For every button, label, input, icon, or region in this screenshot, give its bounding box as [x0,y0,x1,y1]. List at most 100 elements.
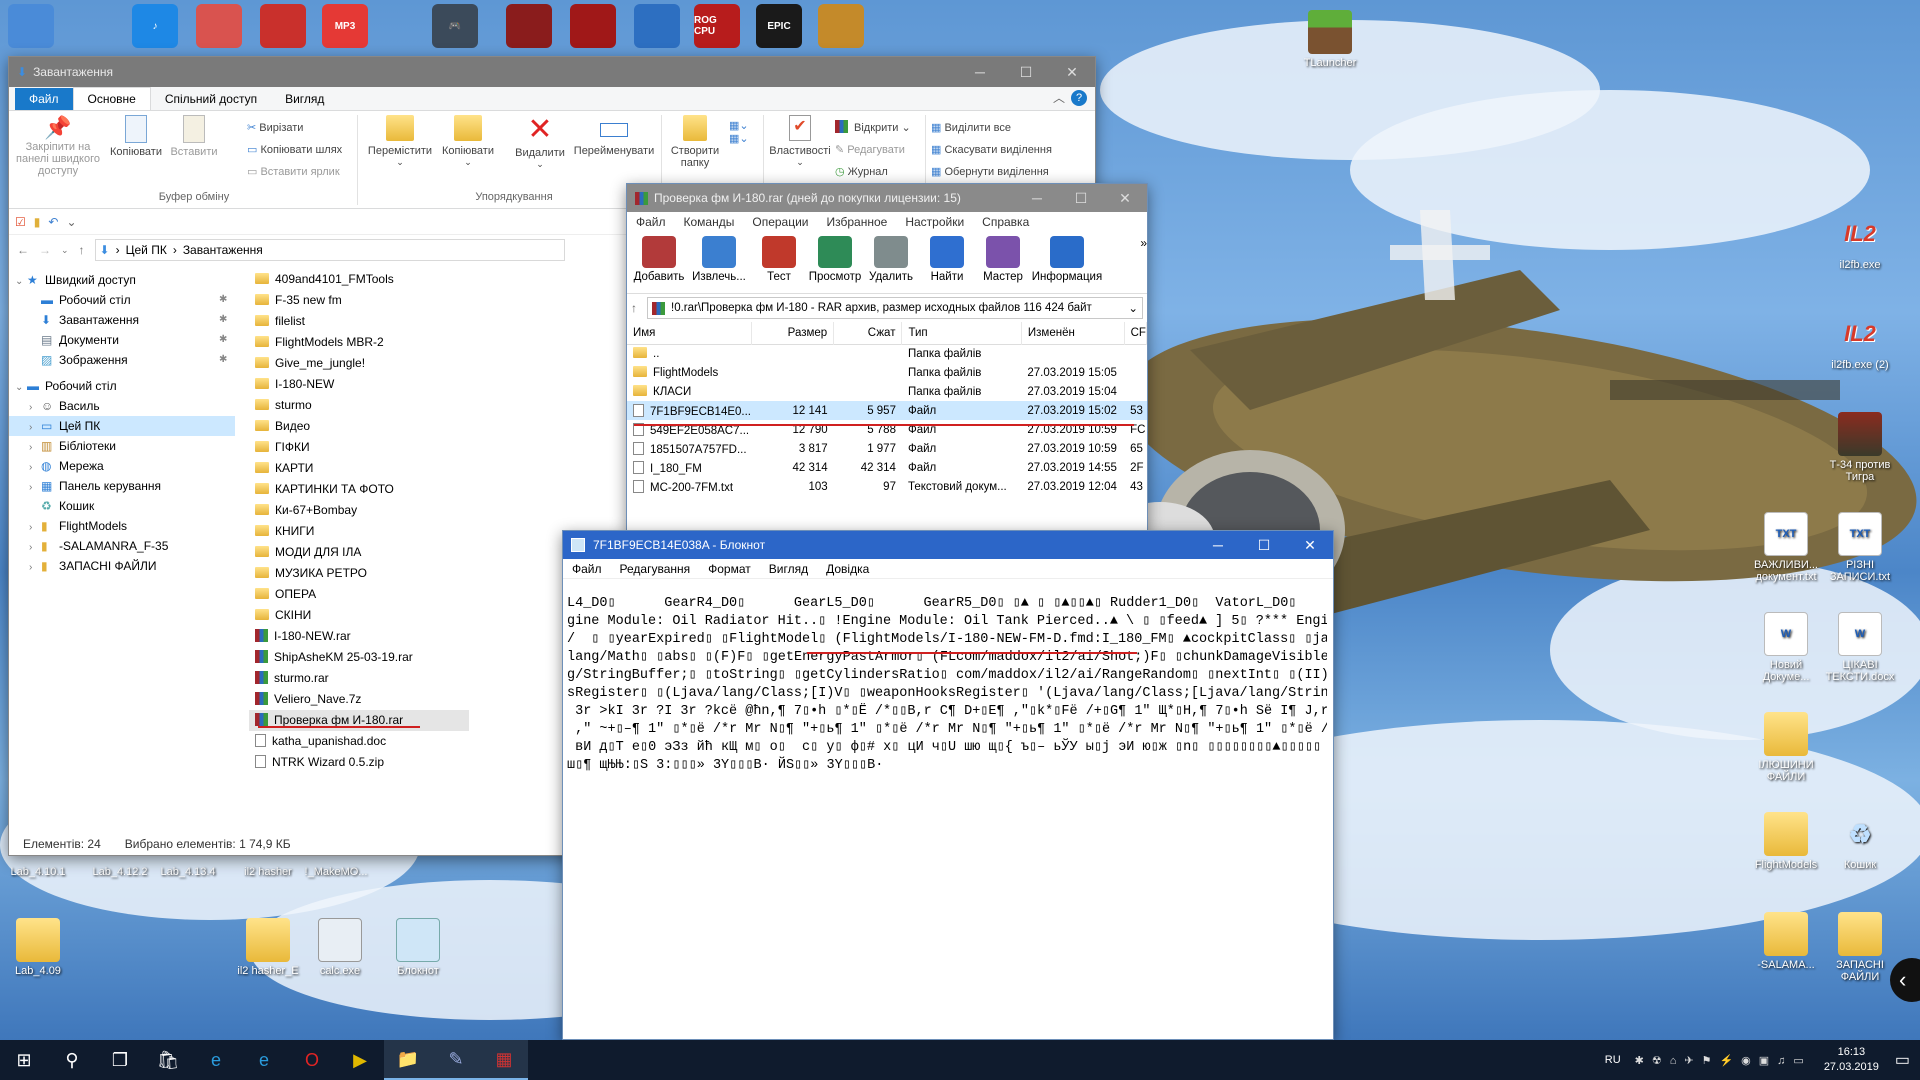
column-header[interactable]: Изменён [1021,322,1125,344]
menu-item[interactable]: Справка [973,212,1038,232]
side-collapse-arrow[interactable]: ‹ [1890,958,1920,1002]
file-list-item[interactable]: sturmo.rar [249,668,549,689]
back-arrow-icon[interactable]: ← [17,243,29,257]
desktop-icon-folder[interactable]: FlightModels [1748,812,1824,871]
expand-arrow-icon[interactable]: ⌄ [15,378,27,398]
desktop-icon-notepad[interactable]: Блокнот [380,918,456,977]
column-header[interactable]: Сжат [833,322,903,344]
desktop-icon-doc[interactable]: W Новий Докуме... [1748,612,1824,683]
properties-qa-icon[interactable]: ☑ [15,215,26,229]
file-list-item[interactable]: ShipAsheKM 25-03-19.rar [249,647,549,668]
invert-selection-button[interactable]: ▦ Обернути виділення [931,161,1052,183]
taskbar-icon[interactable]: ❐ [96,1040,144,1080]
desktop-icon-partial[interactable]: il2 hasher [230,866,306,878]
taskbar-icon[interactable]: O [288,1040,336,1080]
toolbar-button[interactable]: Мастер [975,232,1031,293]
notepad-titlebar[interactable]: 7F1BF9ECB14E038A - Блокнот ─ ☐ ✕ [563,531,1333,559]
column-header[interactable]: CF [1124,322,1148,344]
select-all-button[interactable]: ▦ Виділити все [931,117,1052,139]
maximize-button[interactable]: ☐ [1059,184,1103,212]
toolbar-button[interactable]: Извлечь... [687,232,751,293]
desktop-icon-folder[interactable]: il2 hasher_E [230,918,306,977]
cut-button[interactable]: ✂ Вирізати [247,117,342,139]
paste-shortcut-button[interactable]: ▭ Вставити ярлик [247,161,342,183]
table-row[interactable]: MC-200-7FM.txt 103 97 Текстовий докум... 27.… [627,477,1147,496]
nav-item[interactable]: ⬇ Завантаження ✱ [9,310,235,330]
file-list-item[interactable]: 409and4101_FMTools [249,269,549,290]
nav-item[interactable]: ⌄ ★ Швидкий доступ [9,270,235,290]
nav-item[interactable]: ▤ Документи ✱ [9,330,235,350]
toolbar-button[interactable]: Информация [1031,232,1103,293]
desktop-icon-calc[interactable]: calc.exe [302,918,378,977]
desktop-icon-il2[interactable]: IL2 il2fb.exe (2) [1822,312,1898,371]
language-indicator[interactable]: RU [1605,1054,1621,1066]
desktop-app-icon[interactable] [260,4,306,48]
recent-locations-icon[interactable]: ⌄ [61,245,69,256]
nav-item[interactable]: ▨ Зображення ✱ [9,350,235,370]
toolbar-button[interactable]: Найти [919,232,975,293]
history-button[interactable]: ◷ Журнал [835,161,911,183]
file-list-item[interactable]: sturmo [249,395,549,416]
minimize-button[interactable]: ─ [1015,184,1059,212]
desktop-app-icon[interactable] [570,4,616,48]
table-row[interactable]: .. Папка файлів [627,344,1147,363]
file-list-item[interactable]: I-180-NEW.rar [249,626,549,647]
taskbar-icon[interactable]: ⚲ [48,1040,96,1080]
desktop-icon-tank[interactable]: Т-34 против Тигра [1822,412,1898,483]
new-item-icon[interactable]: ▦⌄ ▦⌄ [729,119,749,145]
properties-button[interactable]: ✔ Властивості ⌄ [767,115,833,168]
taskbar-icon[interactable]: ✎ [432,1040,480,1080]
file-list-item[interactable]: МОДИ ДЛЯ ІЛА [249,542,549,563]
close-button[interactable]: ✕ [1049,57,1095,87]
file-list-item[interactable]: filelist [249,311,549,332]
desktop-app-icon[interactable]: EPIC [756,4,802,48]
pin-quick-access-button[interactable]: 📌 Закріпити на панелі швидкого доступу [13,115,103,177]
up-folder-icon[interactable]: ↑ [631,301,637,315]
nav-item[interactable]: › ▥ Бібліотеки [9,436,235,456]
file-list-item[interactable]: Veliero_Nave.7z [249,689,549,710]
table-row[interactable]: КЛАСИ Папка файлів 27.03.2019 15:04 [627,382,1147,401]
desktop-icon-partial[interactable]: Lab_4.13.4 [150,866,226,878]
nav-item[interactable]: › ▮ FlightModels [9,516,235,536]
ribbon-collapse-chevron-icon[interactable]: ︿ [1047,85,1071,110]
clock[interactable]: 16:13 27.03.2019 [1824,1045,1879,1075]
explorer-titlebar[interactable]: ⬇ Завантаження ─ ☐ ✕ [9,57,1095,87]
menu-item[interactable]: Довідка [817,559,878,579]
tab-share[interactable]: Спільний доступ [151,88,271,110]
nav-item[interactable]: › ☺ Василь [9,396,235,416]
table-row[interactable]: 549EF2E058AC7... 12 790 5 788 Файл 27.03.201… [627,420,1147,439]
copy-path-button[interactable]: ▭ Копіювати шлях [247,139,342,161]
column-header[interactable]: Тип [901,322,1022,344]
select-none-button[interactable]: ▦ Скасувати виділення [931,139,1052,161]
open-button[interactable]: Відкрити ⌄ [835,117,911,139]
table-row[interactable]: 1851507A757FD... 3 817 1 977 Файл 27.03.2019… [627,439,1147,458]
notifications-icon[interactable]: ▭ [1895,1050,1910,1070]
nav-item[interactable]: ♻ Кошик [9,496,235,516]
file-list-item[interactable]: МУЗИКА РЕТРО [249,563,549,584]
desktop-app-icon[interactable]: MP3 [322,4,368,48]
nav-item[interactable]: › ▮ -SALAMANRA_F-35 [9,536,235,556]
up-arrow-icon[interactable]: ↑ [79,243,85,257]
breadcrumb-downloads[interactable]: Завантаження [183,243,263,257]
expand-arrow-icon[interactable]: › [29,438,41,458]
toolbar-button[interactable]: Добавить [631,232,687,293]
file-list-item[interactable]: ОПЕРА [249,584,549,605]
file-list-item[interactable]: КНИГИ [249,521,549,542]
nav-item[interactable]: › ◍ Мережа [9,456,235,476]
desktop-app-icon[interactable] [634,4,680,48]
taskbar-icon[interactable]: ▶ [336,1040,384,1080]
address-bar[interactable]: ⬇ › Цей ПК › Завантаження [94,239,565,261]
menu-item[interactable]: Вигляд [760,559,817,579]
desktop-icon-partial[interactable]: Lab_4.12.2 [82,866,158,878]
expand-arrow-icon[interactable]: › [29,518,41,538]
desktop-icon-doc[interactable]: TXT РІЗНІ ЗАПИСИ.txt [1822,512,1898,583]
desktop-app-icon[interactable]: 🎮 [432,4,478,48]
breadcrumb-this-pc[interactable]: Цей ПК [126,243,167,257]
desktop-icon-partial[interactable]: Lab_4.10.1 [0,866,76,878]
file-list-item[interactable]: I-180-NEW [249,374,549,395]
close-button[interactable]: ✕ [1287,531,1333,559]
expand-arrow-icon[interactable]: › [29,558,41,578]
desktop-app-icon[interactable]: ♪ [132,4,178,48]
desktop-icon-partial[interactable]: !_MakeMO... [298,866,374,878]
menu-item[interactable]: Избранное [818,212,897,232]
